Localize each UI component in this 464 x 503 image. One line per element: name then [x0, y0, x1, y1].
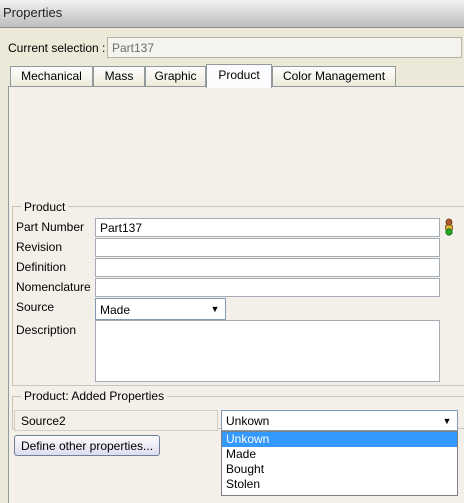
source2-select-value: Unkown: [226, 414, 270, 428]
tab-mechanical[interactable]: Mechanical: [10, 66, 93, 87]
window-title: Properties: [3, 5, 63, 20]
dropdown-option-unkown[interactable]: Unkown: [222, 432, 457, 447]
source-select-value: Made: [100, 303, 131, 317]
current-selection-field: Part137: [107, 37, 462, 58]
nomenclature-label: Nomenclature: [16, 280, 91, 294]
description-field[interactable]: [95, 320, 440, 382]
source2-dropdown-list: Unkown Made Bought Stolen: [221, 431, 458, 496]
dropdown-option-bought[interactable]: Bought: [222, 462, 457, 477]
tab-color-management[interactable]: Color Management: [272, 66, 396, 87]
source-select[interactable]: Made ▼: [95, 298, 226, 320]
person-status-icon[interactable]: [443, 218, 455, 236]
chevron-down-icon[interactable]: ▼: [207, 301, 223, 317]
description-label: Description: [16, 323, 77, 337]
definition-label: Definition: [16, 260, 67, 274]
source2-select[interactable]: Unkown ▼: [221, 410, 458, 431]
dropdown-option-made[interactable]: Made: [222, 447, 457, 462]
tab-graphic[interactable]: Graphic: [145, 66, 206, 87]
part-number-field[interactable]: Part137: [95, 218, 440, 237]
dropdown-option-stolen[interactable]: Stolen: [222, 477, 457, 492]
nomenclature-field[interactable]: [95, 278, 440, 297]
chevron-down-icon[interactable]: ▼: [439, 413, 455, 429]
definition-field[interactable]: [95, 258, 440, 277]
tab-mass[interactable]: Mass: [93, 66, 145, 87]
product-group-legend: Product: [21, 200, 69, 214]
revision-field[interactable]: [95, 238, 440, 257]
define-other-properties-button[interactable]: Define other properties...: [14, 435, 160, 456]
part-number-label: Part Number: [16, 220, 85, 234]
revision-label: Revision: [16, 240, 63, 254]
source2-label: Source2: [14, 410, 218, 431]
current-selection-label: Current selection :: [8, 41, 106, 55]
added-properties-legend: Product: Added Properties: [21, 389, 168, 403]
tab-product[interactable]: Product: [206, 64, 272, 88]
source-label: Source: [16, 300, 55, 314]
title-bar: Properties: [0, 0, 464, 28]
